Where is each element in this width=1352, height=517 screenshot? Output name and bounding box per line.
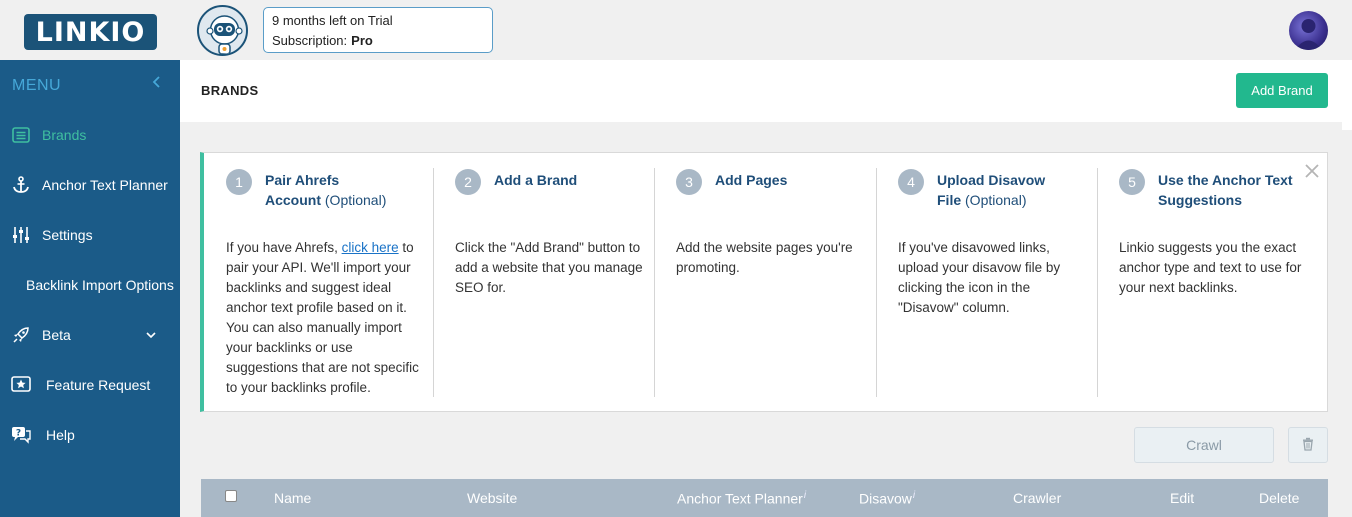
menu-title: MENU: [12, 77, 62, 94]
step-divider: [876, 168, 877, 397]
step-number: 5: [1119, 169, 1145, 195]
step-title: Add a Brand: [494, 172, 578, 188]
column-header-name[interactable]: Name: [274, 490, 311, 506]
sidebar: MENU Brands Anchor Text Planner Settings…: [0, 60, 180, 517]
step-divider: [654, 168, 655, 397]
step-2: 2 Add a Brand Click the "Add Brand" butt…: [433, 153, 655, 411]
step-1: 1 Pair Ahrefs Account (Optional) If you …: [204, 153, 433, 411]
scrollbar[interactable]: [1342, 60, 1352, 130]
svg-text:?: ?: [16, 429, 21, 439]
column-header-edit[interactable]: Edit: [1170, 490, 1194, 506]
sidebar-item-label: Settings: [42, 227, 93, 243]
close-icon[interactable]: [1302, 161, 1322, 181]
step-number: 1: [226, 169, 252, 195]
sidebar-item-label: Feature Request: [46, 377, 151, 393]
step-5: 5 Use the Anchor Text Suggestions Linkio…: [1097, 153, 1327, 411]
help-chat-icon: ?: [11, 425, 31, 445]
column-header-delete[interactable]: Delete: [1259, 490, 1299, 506]
crawl-button[interactable]: Crawl: [1134, 427, 1274, 463]
step-description: If you've disavowed links, upload your d…: [898, 240, 1061, 315]
subscription-label: Subscription:: [272, 33, 348, 48]
info-icon[interactable]: i: [913, 490, 915, 501]
star-icon: [11, 375, 31, 395]
onboarding-steps-panel: 1 Pair Ahrefs Account (Optional) If you …: [200, 152, 1328, 412]
step-description: Click the "Add Brand" button to add a we…: [455, 240, 643, 295]
pair-ahrefs-link[interactable]: click here: [342, 240, 399, 255]
step-divider: [1097, 168, 1098, 397]
step-number: 4: [898, 169, 924, 195]
sidebar-item-label: Brands: [42, 127, 87, 143]
main-header: BRANDS Add Brand: [180, 60, 1352, 122]
sidebar-item-backlink-import-options[interactable]: Backlink Import Options: [0, 263, 180, 307]
user-avatar[interactable]: [1289, 11, 1328, 50]
step-title: Pair Ahrefs Account (Optional): [265, 172, 387, 208]
sidebar-item-label: Help: [46, 427, 75, 443]
sidebar-item-label: Backlink Import Options: [26, 277, 174, 293]
column-header-website[interactable]: Website: [467, 490, 517, 506]
delete-selected-button[interactable]: [1288, 427, 1328, 463]
select-all-checkbox[interactable]: [225, 490, 237, 502]
sidebar-item-settings[interactable]: Settings: [0, 213, 180, 257]
step-description: If you have Ahrefs, click here to pair y…: [226, 240, 419, 395]
sliders-icon: [11, 225, 31, 245]
chevron-down-icon[interactable]: [145, 327, 157, 343]
info-icon[interactable]: i: [804, 490, 806, 501]
page-title: BRANDS: [201, 83, 259, 98]
sidebar-item-label: Anchor Text Planner: [42, 177, 168, 193]
chevron-left-icon[interactable]: [150, 75, 164, 93]
step-title: Add Pages: [715, 172, 788, 188]
column-header-anchor-text-planner[interactable]: Anchor Text Planneri: [677, 490, 806, 507]
add-brand-button[interactable]: Add Brand: [1236, 73, 1328, 108]
robot-avatar-icon[interactable]: [197, 5, 248, 56]
sidebar-item-brands[interactable]: Brands: [0, 113, 180, 157]
step-description: Add the website pages you're promoting.: [676, 240, 853, 275]
brands-table-header: Name Website Anchor Text Planneri Disavo…: [201, 479, 1328, 517]
step-number: 2: [455, 169, 481, 195]
list-icon: [11, 125, 31, 145]
anchor-icon: [11, 175, 31, 195]
trial-remaining-text: 9 months left on Trial: [272, 13, 393, 28]
sidebar-item-label: Beta: [42, 327, 71, 343]
top-bar: LINKIO 9 months left on Trial Subscripti…: [0, 0, 1352, 60]
subscription-value: Pro: [351, 33, 373, 48]
step-number: 3: [676, 169, 702, 195]
step-divider: [433, 168, 434, 397]
step-title: Use the Anchor Text Suggestions: [1158, 172, 1293, 208]
step-3: 3 Add Pages Add the website pages you're…: [654, 153, 876, 411]
sidebar-item-beta[interactable]: Beta: [0, 313, 180, 357]
step-title: Upload Disavow File (Optional): [937, 172, 1046, 208]
column-header-crawler[interactable]: Crawler: [1013, 490, 1061, 506]
linkio-logo[interactable]: LINKIO: [24, 14, 157, 50]
sidebar-item-feature-request[interactable]: Feature Request: [0, 363, 180, 407]
sidebar-item-help[interactable]: ? Help: [0, 413, 180, 457]
column-header-disavow[interactable]: Disavowi: [859, 490, 915, 507]
step-4: 4 Upload Disavow File (Optional) If you'…: [876, 153, 1098, 411]
logo-text: LINKIO: [35, 16, 146, 48]
sidebar-item-anchor-text-planner[interactable]: Anchor Text Planner: [0, 163, 180, 207]
rocket-icon: [11, 325, 31, 345]
trial-status-box: 9 months left on Trial Subscription: Pro: [263, 7, 493, 53]
step-description: Linkio suggests you the exact anchor typ…: [1119, 240, 1302, 295]
trash-icon: [1302, 437, 1314, 454]
